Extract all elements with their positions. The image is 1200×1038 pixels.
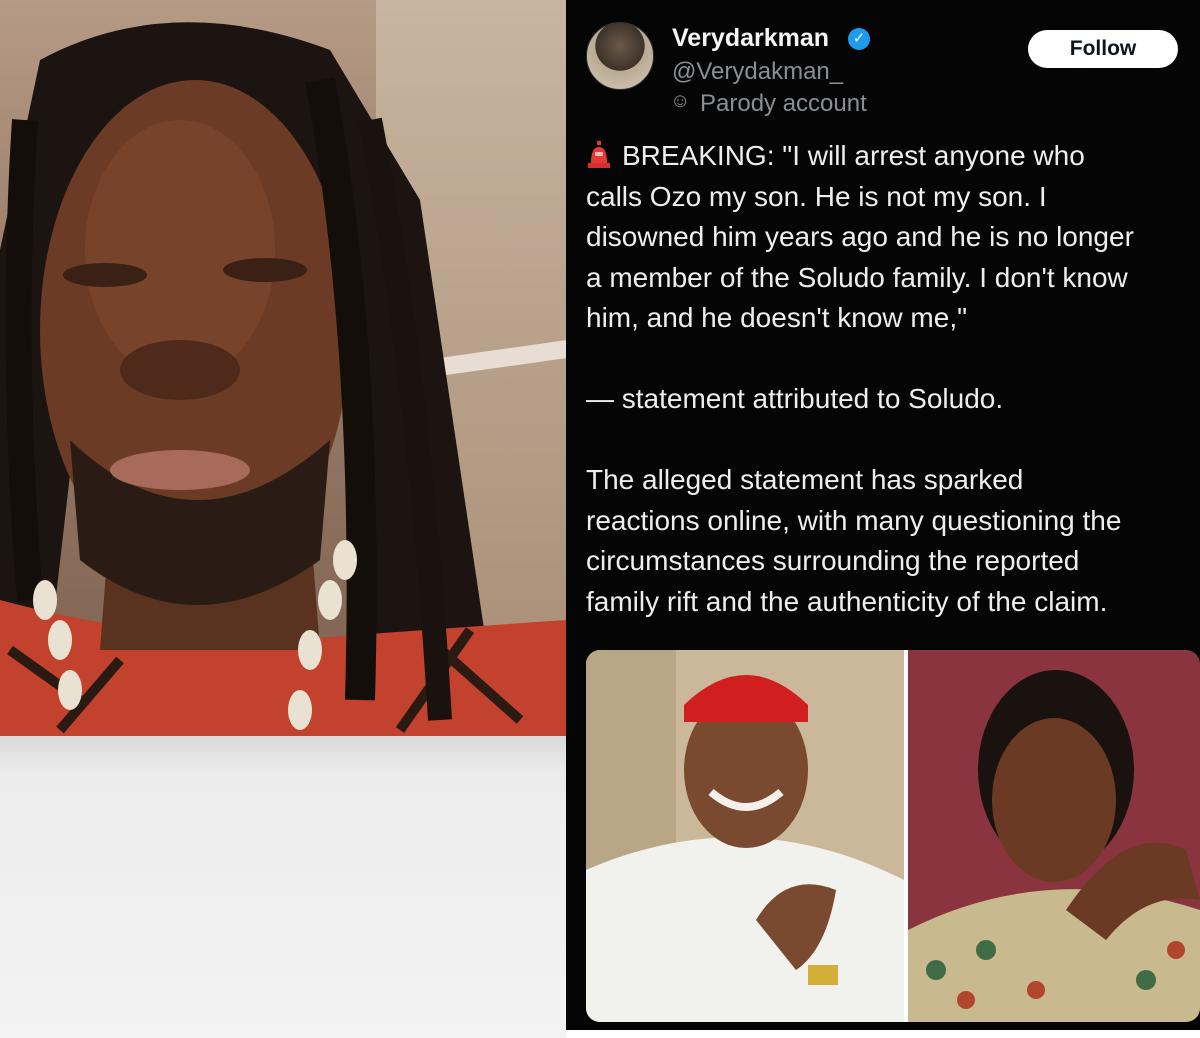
tweet-attribution: — statement attributed to Soludo.	[586, 383, 1004, 414]
tweet-paragraph-breaking: BREAKING: "I will arrest anyone who call…	[586, 136, 1200, 339]
portrait-illustration	[0, 22, 566, 736]
police-siren-icon	[588, 141, 610, 168]
empty-canvas-area	[0, 736, 566, 1038]
drama-mask-icon: ☺	[670, 90, 691, 112]
tweet-card: Verydarkman ✓ @Verydakman_ ☺ Parody acco…	[566, 0, 1200, 1030]
tweet-media-illustration	[586, 650, 1200, 1022]
parody-account-label: Parody account	[700, 90, 867, 117]
display-name[interactable]: Verydarkman	[672, 24, 829, 53]
tweet-media[interactable]	[586, 650, 1200, 1022]
portrait-photo	[0, 0, 566, 736]
follow-button[interactable]: Follow	[1028, 30, 1178, 68]
tweet-paragraph-reactions: The alleged statement has sparked reacti…	[586, 464, 1122, 617]
tweet-text-breaking: BREAKING: "I will arrest anyone who call…	[586, 140, 1134, 333]
user-handle[interactable]: @Verydakman_	[672, 58, 843, 86]
user-avatar[interactable]	[586, 22, 654, 90]
verified-check-icon: ✓	[848, 28, 870, 50]
